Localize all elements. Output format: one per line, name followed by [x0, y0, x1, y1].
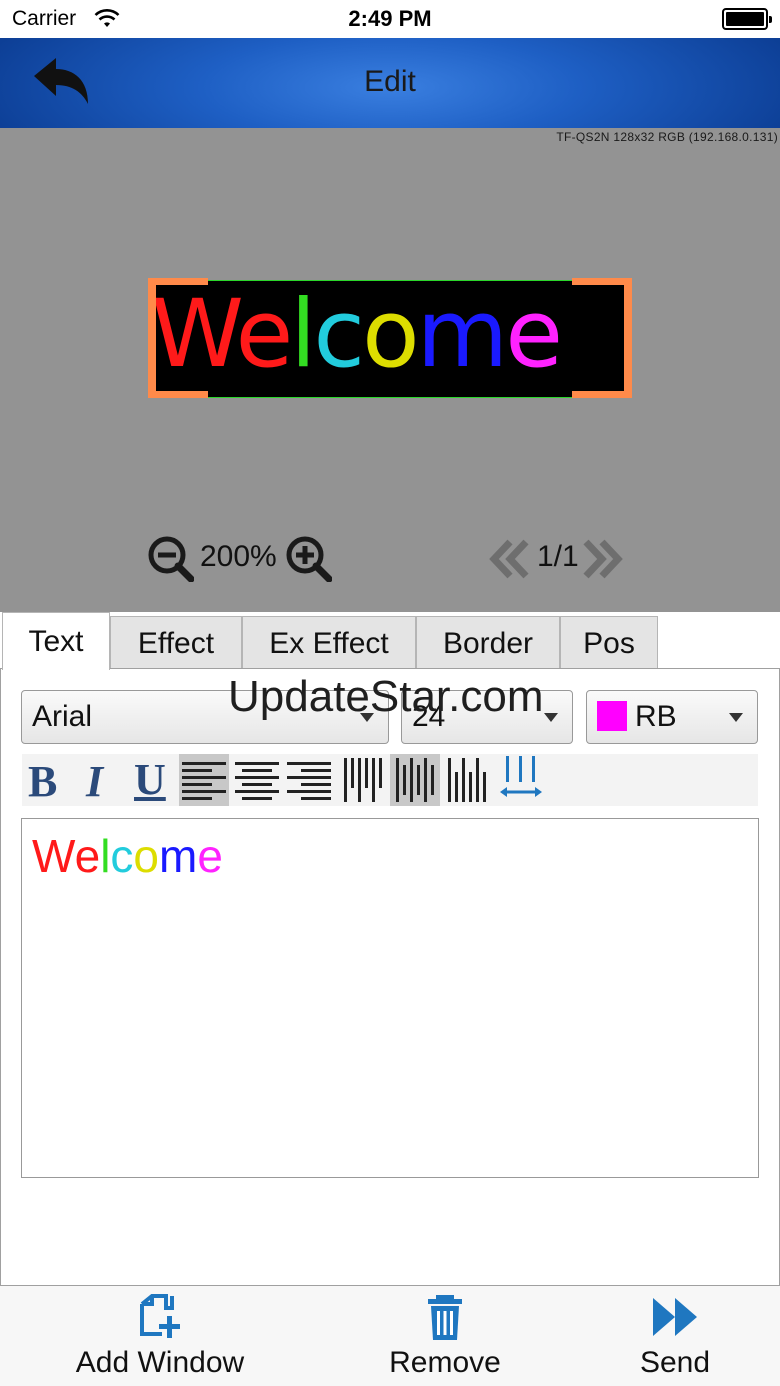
editor-letter: e — [197, 830, 223, 882]
zoom-out-icon[interactable] — [148, 536, 194, 582]
editor-letter: o — [133, 830, 160, 882]
battery-icon — [722, 8, 772, 30]
led-letter: m — [416, 280, 509, 389]
add-window-label: Add Window — [75, 1346, 245, 1379]
color-value: RB — [635, 700, 677, 733]
remove-label: Remove — [389, 1346, 501, 1379]
led-letter: l — [290, 280, 316, 389]
bottom-toolbar: Add Window Remove Send — [0, 1286, 780, 1386]
led-letter: c — [313, 280, 365, 389]
bold-icon: B — [28, 757, 58, 806]
chevron-down-icon — [544, 713, 558, 722]
zoom-level: 200% — [200, 540, 277, 573]
previous-page-icon[interactable] — [486, 538, 532, 580]
send-fast-forward-icon — [653, 1298, 697, 1336]
chevron-down-icon — [729, 713, 743, 722]
font-family-value: Arial — [32, 700, 93, 733]
add-window-icon — [140, 1294, 180, 1338]
align-left-button[interactable] — [179, 754, 229, 806]
valign-middle-button[interactable] — [390, 754, 440, 806]
align-left-icon — [182, 762, 226, 800]
align-center-icon — [235, 762, 279, 800]
editor-letter: l — [100, 830, 111, 882]
page-indicator: 1/1 — [537, 540, 579, 573]
formatting-toolbar: B I U — [22, 754, 758, 806]
add-window-button[interactable]: Add Window — [40, 1286, 280, 1386]
led-letter: e — [235, 280, 293, 389]
remove-button[interactable]: Remove — [360, 1286, 530, 1386]
led-letter: o — [362, 280, 419, 389]
valign-bottom-icon — [448, 758, 486, 802]
valign-top-icon — [344, 758, 382, 802]
watermark: UpdateStar.com — [228, 672, 544, 721]
color-swatch — [597, 701, 627, 731]
editor-letter: W — [32, 830, 75, 882]
tab-pos[interactable]: Pos — [560, 616, 658, 670]
character-spacing-icon — [500, 756, 542, 797]
align-right-icon — [287, 762, 331, 800]
character-spacing-button[interactable] — [496, 754, 546, 806]
tab-ex-effect[interactable]: Ex Effect — [242, 616, 416, 670]
underline-button[interactable]: U — [126, 754, 176, 806]
send-label: Send — [639, 1346, 711, 1379]
italic-icon: I — [86, 757, 104, 806]
nav-bar: Edit — [0, 38, 780, 128]
valign-middle-icon — [396, 758, 434, 802]
status-bar: Carrier 2:49 PM — [0, 0, 780, 38]
editor-letter: c — [110, 830, 134, 882]
send-button[interactable]: Send — [610, 1286, 740, 1386]
next-page-icon[interactable] — [580, 538, 626, 580]
device-info: TF-QS2N 128x32 RGB (192.168.0.131) — [556, 130, 778, 144]
resize-handle-left[interactable] — [148, 278, 208, 398]
align-right-button[interactable] — [284, 754, 334, 806]
color-select[interactable]: RB — [586, 690, 758, 744]
text-editor[interactable]: Welcome — [21, 818, 759, 1178]
led-letter: e — [505, 280, 563, 389]
valign-bottom-button[interactable] — [442, 754, 492, 806]
led-preview-text: Welcome — [151, 285, 563, 385]
align-center-button[interactable] — [232, 754, 282, 806]
bold-button[interactable]: B — [22, 754, 72, 806]
zoom-in-icon[interactable] — [286, 536, 332, 582]
valign-top-button[interactable] — [338, 754, 388, 806]
tab-text[interactable]: Text — [2, 612, 110, 670]
trash-icon — [428, 1295, 462, 1340]
tab-effect[interactable]: Effect — [110, 616, 242, 670]
page-title: Edit — [364, 65, 416, 98]
tab-border[interactable]: Border — [416, 616, 560, 670]
editor-letter: m — [159, 830, 198, 882]
editor-text: Welcome — [32, 830, 223, 882]
resize-handle-right[interactable] — [572, 278, 632, 398]
led-preview-area: TF-QS2N 128x32 RGB (192.168.0.131) Welco… — [0, 128, 780, 612]
italic-button[interactable]: I — [74, 754, 124, 806]
tab-bar: Text Effect Ex Effect Border Pos — [0, 612, 780, 670]
status-time: 2:49 PM — [348, 6, 432, 31]
underline-icon: U — [134, 755, 166, 804]
editor-letter: e — [74, 830, 101, 882]
led-screen[interactable]: Welcome — [151, 280, 629, 398]
